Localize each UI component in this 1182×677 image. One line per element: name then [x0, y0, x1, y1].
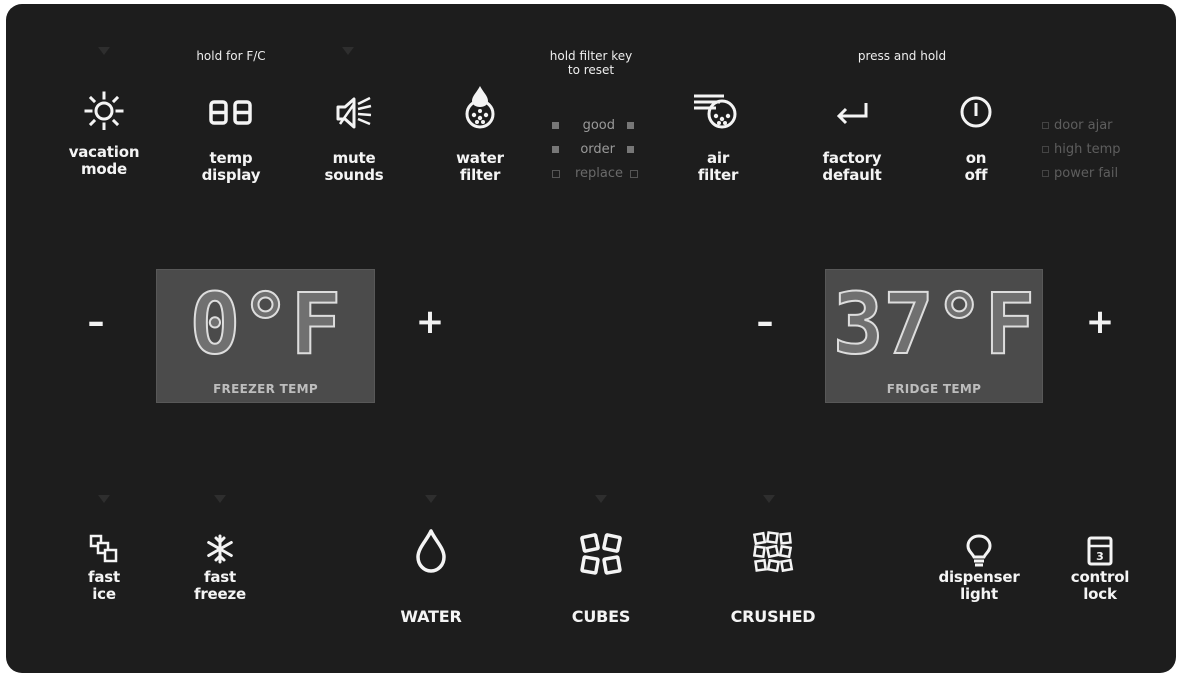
freezer-temp-display: 0°F FREEZER TEMP: [156, 269, 375, 403]
filter-status-order: order: [552, 142, 634, 158]
air-filter-icon: [694, 94, 737, 129]
crushed-button[interactable]: CRUSHED: [718, 524, 828, 634]
lock-icon: 3: [1087, 536, 1113, 566]
control-lock-label-2: lock: [1083, 585, 1117, 603]
power-button[interactable]: on off: [926, 86, 1026, 186]
water-filter-label-2: filter: [459, 166, 501, 184]
dispenser-label-2: light: [960, 585, 998, 603]
ice-cubes-icon: [580, 533, 622, 575]
temp-label-2: display: [201, 166, 261, 184]
fridge-temp-value: 37°F: [832, 275, 1036, 373]
control-lock-label-1: control: [1070, 568, 1130, 586]
freezer-plus-button[interactable]: +: [410, 305, 450, 339]
fridge-temp-display: 37°F FRIDGE TEMP: [825, 269, 1043, 403]
light-bulb-icon: [966, 534, 992, 567]
indicator-fast-freeze: [214, 495, 226, 503]
vacation-label-1: vacation: [68, 143, 140, 161]
fast-ice-button[interactable]: fast ice: [54, 529, 154, 639]
lock-badge: 3: [1096, 550, 1104, 563]
fast-freeze-button[interactable]: fast freeze: [170, 529, 270, 639]
return-arrow-icon: [836, 103, 868, 125]
air-filter-label-1: air: [706, 149, 730, 167]
fridge-plus-button[interactable]: +: [1080, 305, 1120, 339]
water-filter-button[interactable]: water filter: [430, 82, 530, 186]
filter-status-replace: replace: [552, 166, 638, 182]
control-panel: hold for F/C hold filter key to reset pr…: [6, 4, 1176, 673]
filter-status-good: good: [552, 118, 634, 134]
alert-power-fail: power fail: [1042, 166, 1118, 182]
freezer-temp-label: FREEZER TEMP: [213, 382, 318, 396]
hint-filter-reset: hold filter key to reset: [549, 49, 633, 77]
fridge-minus-button[interactable]: –: [745, 305, 785, 339]
stacked-squares-icon: [89, 534, 118, 563]
fast-freeze-label-1: fast: [204, 568, 236, 586]
air-filter-button[interactable]: air filter: [668, 86, 768, 186]
crushed-label: CRUSHED: [730, 607, 816, 626]
water-button[interactable]: WATER: [381, 524, 481, 634]
dispenser-light-button[interactable]: dispenser light: [924, 529, 1034, 639]
dispenser-label-1: dispenser: [938, 568, 1020, 586]
factory-label-1: factory: [822, 149, 882, 167]
water-filter-label-1: water: [456, 149, 504, 167]
vacation-label-2: mode: [80, 160, 128, 178]
indicator-vacation: [98, 47, 110, 55]
temp-label-1: temp: [209, 149, 253, 167]
factory-label-2: default: [822, 166, 882, 184]
fast-ice-label-1: fast: [88, 568, 120, 586]
mute-label-2: sounds: [324, 166, 384, 184]
sun-icon: [84, 91, 124, 130]
mute-sounds-button[interactable]: mute sounds: [304, 86, 404, 186]
air-filter-label-2: filter: [697, 166, 739, 184]
indicator-crushed: [763, 495, 775, 503]
hint-press-and-hold: press and hold: [857, 49, 947, 63]
indicator-mute: [342, 47, 354, 55]
temp-display-button[interactable]: temp display: [181, 86, 281, 186]
freezer-temp-value: 0°F: [189, 275, 343, 373]
vacation-mode-button[interactable]: vacation mode: [54, 86, 154, 186]
cubes-button[interactable]: CUBES: [551, 524, 651, 634]
cubes-label: CUBES: [571, 607, 631, 626]
alert-door-ajar: door ajar: [1042, 118, 1113, 134]
water-filter-icon: [465, 86, 495, 129]
fridge-temp-label: FRIDGE TEMP: [886, 382, 982, 396]
control-lock-button[interactable]: 3 control lock: [1050, 529, 1150, 639]
freezer-minus-button[interactable]: –: [76, 305, 116, 339]
crushed-ice-icon: [752, 531, 794, 573]
indicator-cubes: [595, 495, 607, 503]
hint-hold-for-fc: hold for F/C: [196, 49, 266, 63]
fast-freeze-label-2: freeze: [194, 585, 246, 603]
water-drop-icon: [416, 529, 446, 573]
factory-default-button[interactable]: factory default: [802, 86, 902, 186]
speaker-mute-icon: [336, 96, 372, 129]
indicator-water: [425, 495, 437, 503]
indicator-fast-ice: [98, 495, 110, 503]
water-label: WATER: [400, 607, 462, 626]
alert-high-temp: high temp: [1042, 142, 1121, 158]
power-icon: [960, 96, 992, 128]
mute-label-1: mute: [332, 149, 376, 167]
snowflake-icon: [207, 534, 233, 564]
power-label-2: off: [964, 166, 988, 184]
power-label-1: on: [965, 149, 987, 167]
fast-ice-label-2: ice: [92, 585, 116, 603]
segment-display-icon: [209, 100, 252, 125]
